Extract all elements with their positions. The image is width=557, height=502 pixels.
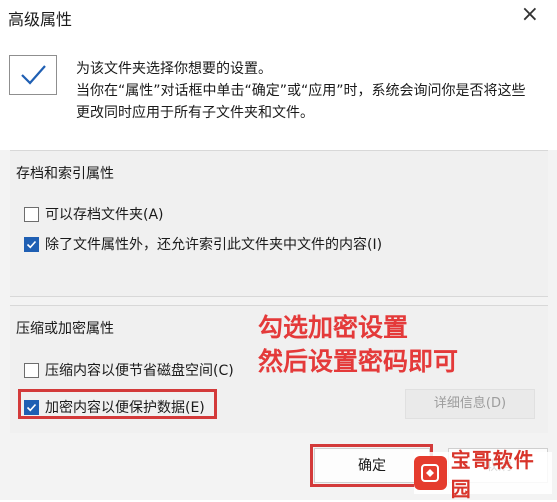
intro-line-3: 更改同时应用于所有子文件夹和文件。 [76, 105, 314, 121]
dialog-title: 高级属性 [8, 10, 73, 29]
intro-line-1: 为该文件夹选择你想要的设置。 [76, 61, 272, 77]
archive-checkbox[interactable] [24, 206, 39, 222]
archive-label: 可以存档文件夹(A) [45, 207, 164, 223]
intro-line-2: 当你在“属性”对话框中单击“确定”或“应用”时，系统会询问你是否将这些 [76, 83, 526, 99]
option-archive-folder[interactable]: 可以存档文件夹(A) [24, 204, 164, 224]
annotation-line-1: 勾选加密设置 [258, 313, 409, 342]
compress-checkbox[interactable] [24, 362, 39, 378]
archive-index-group: 存档和索引属性 可以存档文件夹(A) 除了文件属性外，还允许索引此文件夹中文件的… [10, 150, 548, 297]
archive-group-title: 存档和索引属性 [16, 166, 114, 182]
close-icon[interactable]: × [521, 2, 539, 27]
compress-group-title: 压缩或加密属性 [16, 321, 114, 337]
option-compress[interactable]: 压缩内容以便节省磁盘空间(C) [24, 360, 234, 380]
intro-text: 为该文件夹选择你想要的设置。 当你在“属性”对话框中单击“确定”或“应用”时，系… [76, 58, 546, 124]
compress-label: 压缩内容以便节省磁盘空间(C) [45, 363, 234, 379]
annotation-line-2: 然后设置密码即可 [258, 347, 459, 376]
watermark-logo-icon [414, 456, 447, 490]
index-label: 除了文件属性外，还允许索引此文件夹中文件的内容(I) [45, 237, 383, 253]
option-index-content[interactable]: 除了文件属性外，还允许索引此文件夹中文件的内容(I) [24, 234, 382, 254]
folder-settings-check-icon [9, 55, 57, 95]
details-button[interactable]: 详细信息(D) [405, 389, 535, 419]
encrypt-highlight-box [18, 389, 217, 419]
title-bar: 高级属性 × [0, 0, 557, 40]
advanced-attributes-dialog: 高级属性 × 为该文件夹选择你想要的设置。 当你在“属性”对话框中单击“确定”或… [0, 0, 557, 501]
index-checkbox[interactable] [24, 236, 39, 252]
watermark: 宝哥软件园 [414, 448, 552, 501]
watermark-text: 宝哥软件园 [450, 448, 535, 501]
